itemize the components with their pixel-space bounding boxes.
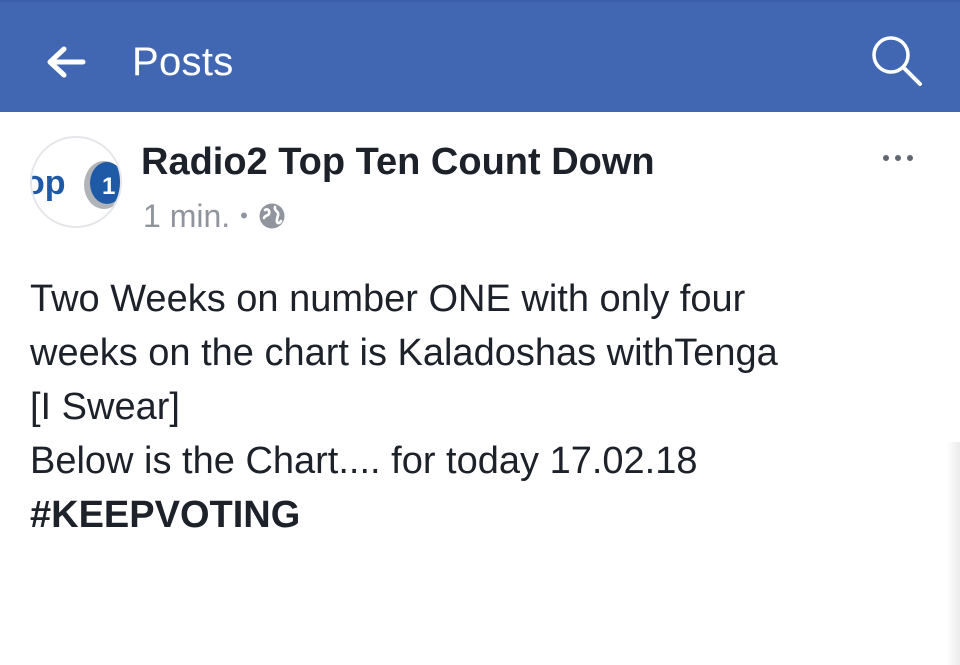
avatar[interactable]: op 1 bbox=[30, 136, 122, 228]
post-text-line: Below is the Chart.... for today 17.02.1… bbox=[30, 440, 698, 482]
post-text-line: weeks on the chart is Kaladoshas withTen… bbox=[30, 332, 778, 374]
svg-text:1: 1 bbox=[102, 173, 115, 200]
search-button[interactable] bbox=[864, 28, 930, 94]
timestamp[interactable]: 1 min. bbox=[143, 198, 230, 235]
search-icon bbox=[872, 36, 922, 86]
more-dot bbox=[907, 155, 913, 161]
screen-edge-shadow bbox=[946, 442, 960, 665]
page-name-link[interactable]: Radio2 Top Ten Count Down bbox=[141, 138, 655, 186]
more-options-button[interactable] bbox=[870, 140, 926, 176]
back-button[interactable] bbox=[36, 36, 96, 88]
globe-icon bbox=[259, 203, 285, 229]
more-dot bbox=[895, 155, 901, 161]
post-text-line: [I Swear] bbox=[30, 386, 180, 428]
arrow-left-icon bbox=[47, 46, 86, 78]
meta-separator: • bbox=[240, 203, 248, 228]
post-text-line: Two Weeks on number ONE with only four bbox=[30, 278, 746, 320]
svg-text:op: op bbox=[32, 164, 66, 202]
radio2-logo-icon: op 1 bbox=[32, 138, 120, 226]
top-app-bar: Posts bbox=[0, 0, 960, 112]
page-title: Posts bbox=[132, 40, 234, 84]
post-text: Two Weeks on number ONE with only four w… bbox=[30, 272, 930, 542]
more-dots-icon bbox=[883, 155, 889, 161]
hashtag-link[interactable]: #KEEPVOTING bbox=[30, 488, 930, 542]
post-card: op 1 Radio2 Top Ten Count Down 1 min. • … bbox=[0, 112, 960, 665]
post-meta: 1 min. • bbox=[143, 196, 286, 236]
